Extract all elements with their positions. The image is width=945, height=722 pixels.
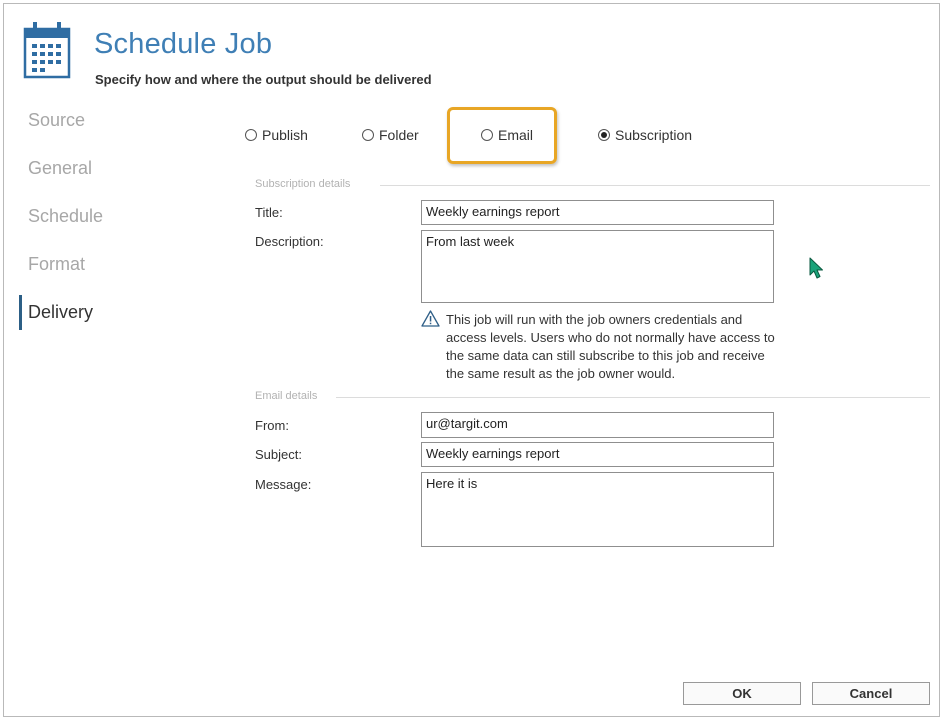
description-textarea[interactable]: From last week (421, 230, 774, 303)
section-divider (336, 397, 930, 398)
sidebar-item-format[interactable]: Format (28, 254, 85, 275)
mouse-pointer-icon (809, 257, 823, 279)
subject-input[interactable]: Weekly earnings report (421, 442, 774, 467)
sidebar-item-delivery[interactable]: Delivery (28, 302, 93, 323)
page-subtitle: Specify how and where the output should … (95, 72, 432, 87)
section-divider (380, 185, 930, 186)
radio-subscription[interactable]: Subscription (598, 127, 692, 143)
from-input[interactable]: ur@targit.com (421, 412, 774, 438)
radio-folder-label: Folder (379, 127, 419, 143)
warning-icon (421, 310, 440, 327)
from-label: From: (255, 418, 289, 433)
message-textarea[interactable]: Here it is (421, 472, 774, 547)
cancel-button[interactable]: Cancel (812, 682, 930, 705)
radio-publish[interactable]: Publish (245, 127, 308, 143)
radio-circle-icon (245, 129, 257, 141)
email-section-label: Email details (255, 390, 318, 402)
radio-folder[interactable]: Folder (362, 127, 419, 143)
subject-label: Subject: (255, 447, 302, 462)
credentials-warning: This job will run with the job owners cr… (446, 312, 775, 381)
title-input[interactable]: Weekly earnings report (421, 200, 774, 225)
ok-button[interactable]: OK (683, 682, 801, 705)
calendar-icon (23, 22, 71, 79)
message-label: Message: (255, 477, 312, 492)
sidebar-item-general[interactable]: General (28, 158, 92, 179)
description-label: Description: (255, 234, 324, 249)
title-label: Title: (255, 205, 283, 220)
radio-publish-label: Publish (262, 127, 308, 143)
sidebar-item-source[interactable]: Source (28, 110, 85, 131)
subscription-section-label: Subscription details (255, 178, 351, 190)
radio-checked-icon (598, 129, 610, 141)
radio-subscription-label: Subscription (615, 127, 693, 143)
radio-circle-icon (362, 129, 374, 141)
active-item-marker (19, 295, 22, 330)
email-option-highlight (447, 107, 557, 164)
page-title: Schedule Job (94, 28, 273, 60)
sidebar-item-schedule[interactable]: Schedule (28, 206, 103, 227)
